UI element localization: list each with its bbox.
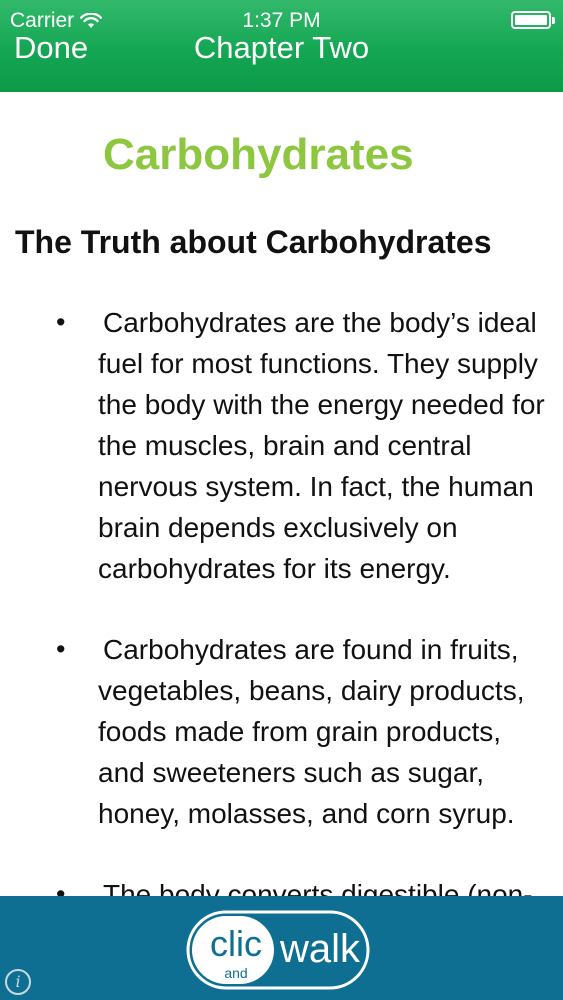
nav-bar: Carrier 1:37 PM Done Chapter Two: [0, 0, 563, 92]
logo-word-and: and: [224, 965, 247, 981]
list-item: • The body converts digestible (non-: [0, 874, 563, 896]
chapter-title: Carbohydrates: [103, 130, 414, 179]
bullet-text: Carbohydrates are found in fruits, veget…: [98, 634, 525, 829]
bullet-list: • Carbohydrates are the body’s ideal fue…: [0, 302, 563, 896]
battery-icon: [511, 11, 555, 29]
info-icon[interactable]: i: [5, 969, 31, 995]
bullet-text: Carbohydrates are the body’s ideal fuel …: [98, 307, 545, 584]
logo-word-walk: walk: [279, 927, 361, 971]
bullet-dot: •: [56, 634, 66, 664]
chapter-content[interactable]: Carbohydrates The Truth about Carbohydra…: [0, 92, 563, 896]
nav-title: Chapter Two: [193, 30, 370, 65]
list-item: • Carbohydrates are found in fruits, veg…: [0, 629, 563, 834]
bullet-text: The body converts digestible (non-: [103, 879, 533, 896]
list-item: • Carbohydrates are the body’s ideal fue…: [0, 302, 563, 589]
bullet-dot: •: [56, 879, 66, 896]
section-title: The Truth about Carbohydrates: [15, 224, 492, 260]
bullet-dot: •: [56, 307, 66, 337]
footer-bar: clic and walk i: [0, 896, 563, 1000]
clic-and-walk-logo[interactable]: clic and walk: [186, 910, 370, 990]
logo-word-clic: clic: [210, 923, 262, 964]
